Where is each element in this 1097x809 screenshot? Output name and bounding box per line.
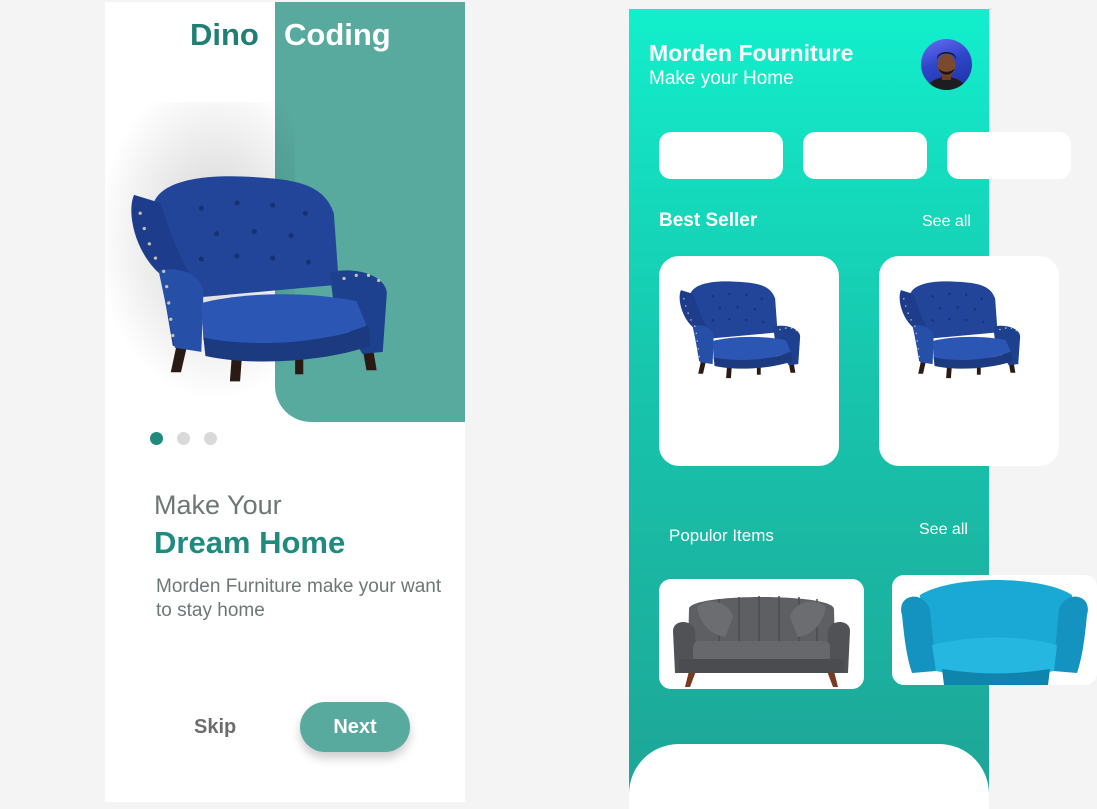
app-subtitle: Make your Home (649, 68, 794, 89)
user-avatar-icon (926, 52, 967, 90)
popular-items-title: Populor Items (669, 526, 774, 545)
grey-sofa-image (673, 596, 850, 687)
popular-item-card[interactable] (892, 575, 1097, 685)
hero-armchair-image (131, 176, 387, 382)
onboarding-description: Morden Furniture make your want to stay … (156, 576, 442, 621)
user-avatar[interactable] (921, 39, 972, 90)
popular-see-all-link[interactable]: See all (919, 521, 968, 539)
home-screen: Morden Fourniture Make your Home Best Se… (629, 9, 1097, 809)
page-dot-active[interactable] (150, 432, 163, 445)
best-seller-see-all-link[interactable]: See all (922, 213, 971, 231)
blue-armchair-image (679, 281, 801, 379)
page-dot[interactable] (204, 432, 217, 445)
best-seller-title: Best Seller (659, 210, 758, 231)
skip-button[interactable]: Skip (194, 716, 236, 739)
category-pill[interactable] (803, 132, 927, 179)
app-title: Morden Fourniture (649, 40, 854, 66)
best-seller-card[interactable] (659, 256, 839, 466)
brand-word-1: Dino (190, 17, 259, 52)
best-seller-card[interactable] (879, 256, 1059, 466)
onboarding-screen: Dino Coding Make Your Dream Home Morden … (105, 2, 465, 802)
heading-line-1: Make Your (154, 490, 282, 520)
category-pill[interactable] (947, 132, 1071, 179)
bottom-sheet (629, 744, 989, 809)
blue-armchair-image (899, 281, 1021, 379)
page-dot[interactable] (177, 432, 190, 445)
popular-item-card[interactable] (659, 579, 864, 689)
brand-word-2: Coding (284, 17, 391, 52)
cyan-armchair-image (901, 580, 1088, 685)
next-button[interactable]: Next (300, 702, 410, 752)
heading-line-2: Dream Home (154, 525, 346, 560)
category-pill[interactable] (659, 132, 783, 179)
page-indicator (150, 432, 217, 445)
